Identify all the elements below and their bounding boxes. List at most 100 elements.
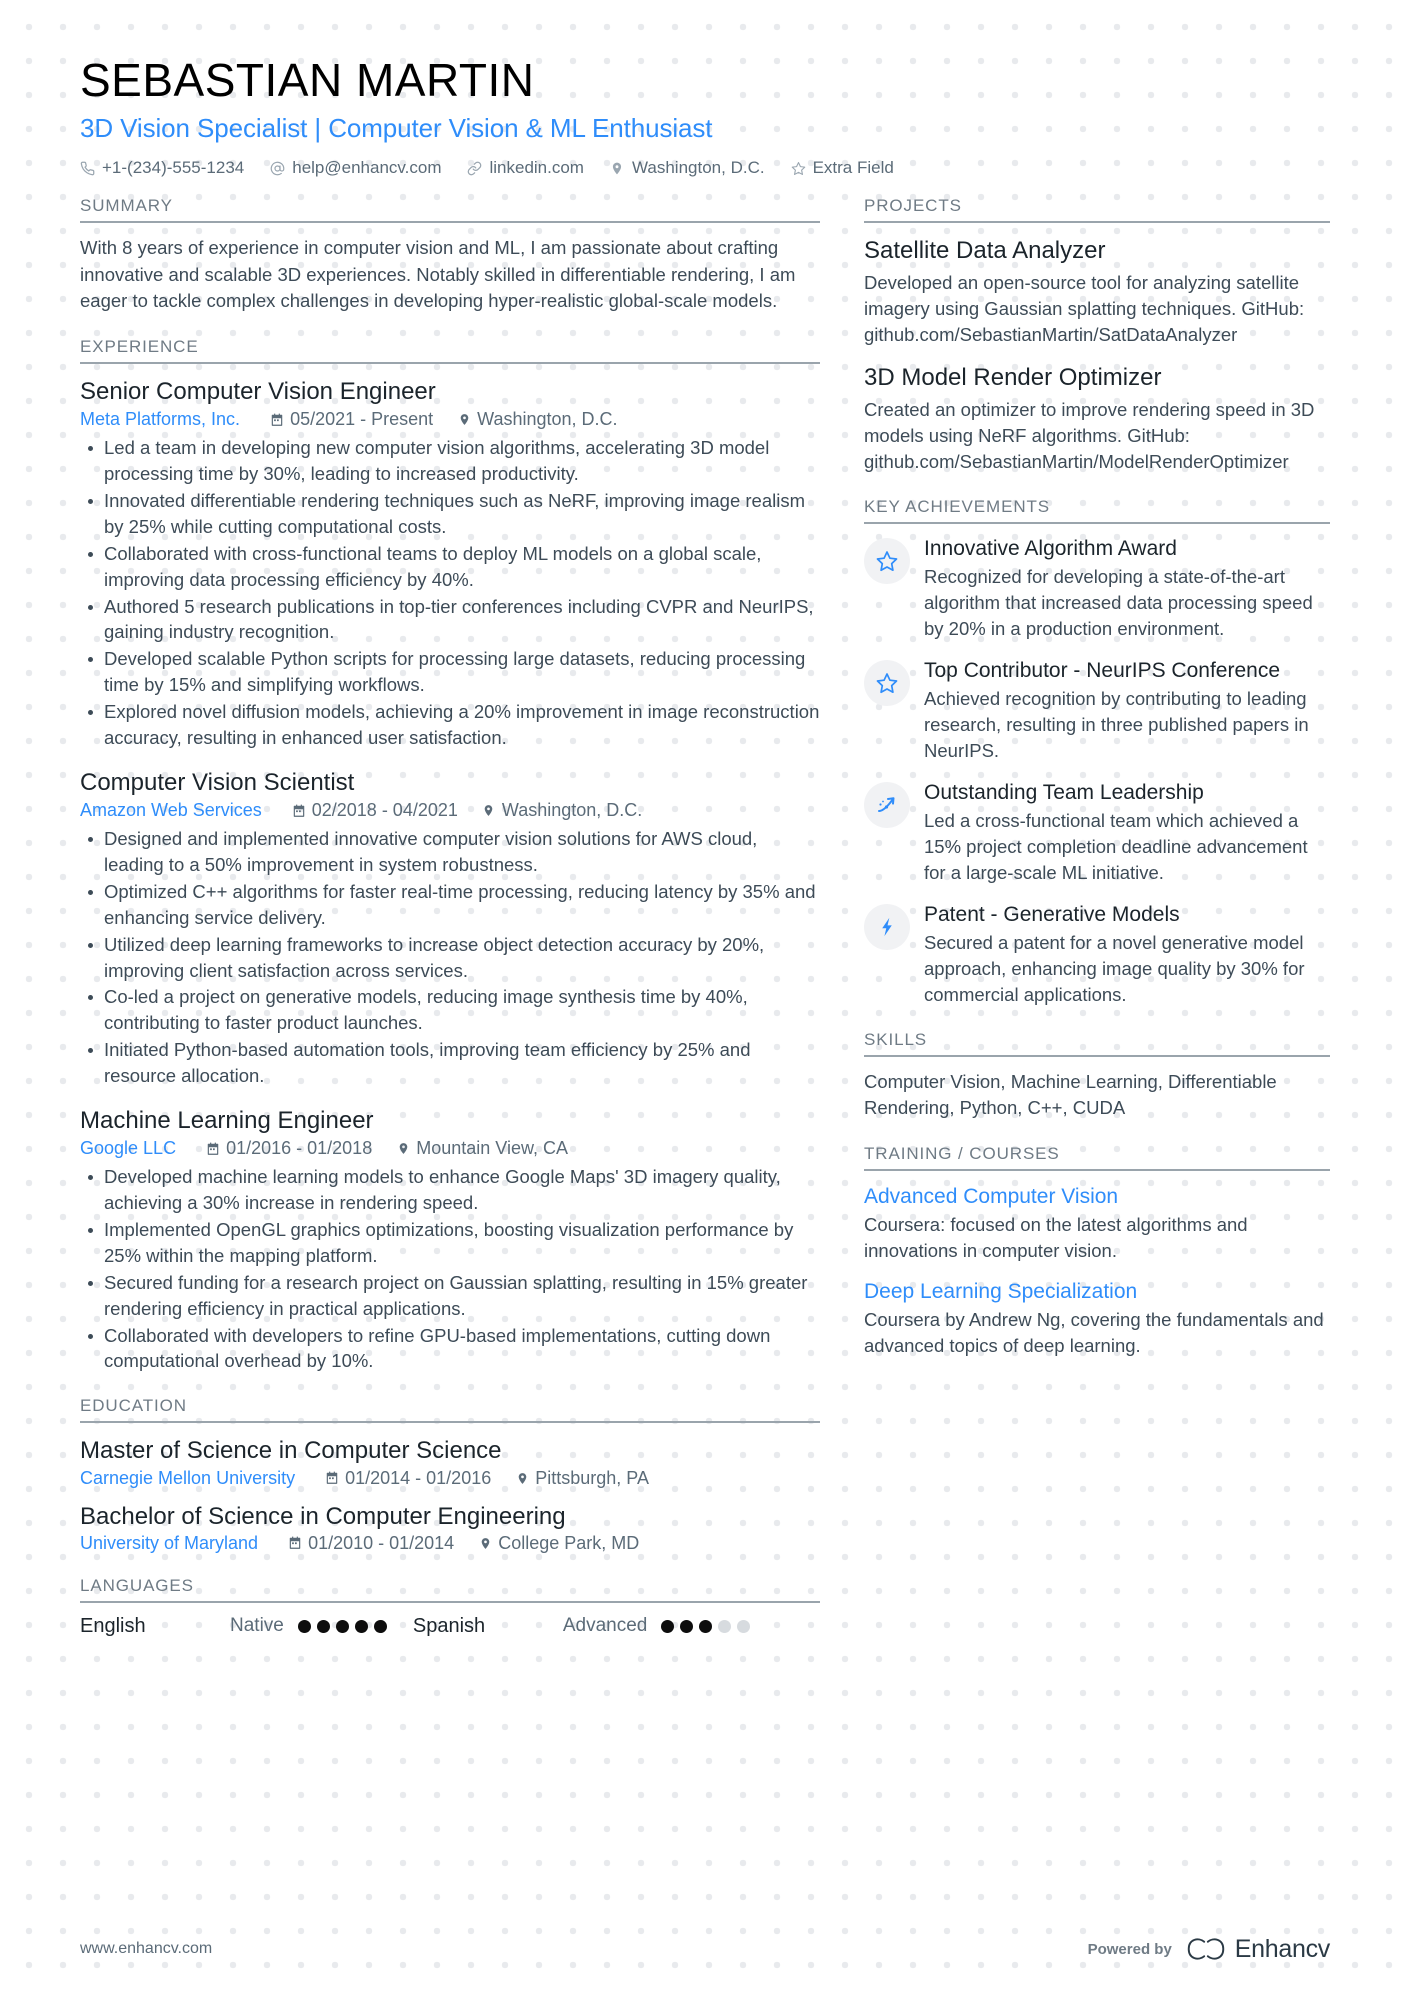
section-title-languages: LANGUAGES: [80, 1576, 820, 1603]
rating-dot: [316, 1619, 330, 1633]
experience-role: Computer Vision Scientist: [80, 768, 355, 796]
footer-branding: Powered by Enhancv: [1087, 1935, 1331, 1964]
resume-columns: SUMMARY With 8 years of experience in co…: [0, 196, 1410, 1638]
rating-dot-empty: [718, 1619, 732, 1633]
project-name: Satellite Data Analyzer: [864, 237, 1106, 265]
course-name[interactable]: Deep Learning Specialization: [864, 1278, 1330, 1305]
experience-meta: Google LLC 01/2016 - 01/2018 Mountain Vi…: [80, 1138, 820, 1159]
rating-dot: [354, 1619, 368, 1633]
education-location-text: Pittsburgh, PA: [535, 1467, 649, 1488]
education-location: Pittsburgh, PA: [515, 1468, 649, 1489]
contact-extra-field[interactable]: Extra Field: [791, 158, 894, 178]
experience-bullets: Developed machine learning models to enh…: [80, 1164, 820, 1374]
language-item-spanish: Spanish Advanced: [413, 1615, 751, 1638]
experience-entry: Computer Vision Scientist Amazon Web Ser…: [80, 767, 820, 1089]
section-title-projects: PROJECTS: [864, 196, 1330, 224]
location-icon: [396, 1141, 410, 1156]
achievement-description: Secured a patent for a novel generative …: [924, 931, 1305, 1005]
resume-footer: www.enhancv.com Powered by Enhancv: [0, 1903, 1410, 1995]
education-school[interactable]: Carnegie Mellon University: [80, 1468, 295, 1489]
contact-linkedin[interactable]: linkedin.com: [467, 158, 584, 178]
experience-bullets: Designed and implemented innovative comp…: [80, 826, 820, 1089]
section-title-training-courses: TRAINING / COURSES: [864, 1144, 1330, 1171]
experience-meta: Amazon Web Services 02/2018 - 04/2021 Wa…: [80, 800, 820, 821]
education-meta: University of Maryland 01/2010 - 01/2014: [80, 1533, 820, 1554]
experience-bullet: Developed scalable Python scripts for pr…: [80, 646, 820, 698]
right-column: PROJECTS Satellite Data Analyzer Develop…: [864, 196, 1330, 1359]
language-level: Advanced: [562, 1615, 648, 1637]
experience-bullet: Implemented OpenGL graphics optimization…: [80, 1217, 820, 1269]
location-icon: [457, 412, 471, 427]
section-skills: SKILLS Computer Vision, Machine Learning…: [864, 1030, 1330, 1122]
contact-email[interactable]: help@enhancv.com: [270, 158, 441, 178]
calendar-icon: [292, 803, 306, 818]
rating-dot: [335, 1619, 349, 1633]
section-title-education: EDUCATION: [80, 1396, 820, 1424]
contact-phone[interactable]: +1-(234)-555-1234: [80, 158, 244, 178]
star-icon: [864, 537, 910, 584]
section-title-summary: SUMMARY: [80, 196, 820, 224]
left-column: SUMMARY With 8 years of experience in co…: [80, 196, 820, 1638]
experience-company[interactable]: Amazon Web Services: [80, 800, 262, 821]
powered-by-label: Powered by: [1087, 1940, 1172, 1958]
education-school[interactable]: University of Maryland: [80, 1533, 258, 1554]
experience-bullet: Innovated differentiable rendering techn…: [80, 488, 820, 540]
experience-dates-text: 01/2016 - 01/2018: [226, 1138, 373, 1159]
email-icon: [270, 161, 285, 176]
section-title-skills: SKILLS: [864, 1030, 1330, 1057]
star-icon: [791, 161, 806, 176]
location-icon: [482, 803, 496, 818]
enhancv-logo: Enhancv: [1186, 1935, 1330, 1964]
star-icon: [864, 659, 910, 706]
location-icon: [478, 1536, 492, 1551]
contact-location[interactable]: Washington, D.C.: [610, 158, 765, 178]
experience-bullet: Explored novel diffusion models, achievi…: [80, 699, 820, 751]
achievement-item: Patent - Generative Models Secured a pat…: [864, 902, 1330, 1008]
experience-dates-text: 05/2021 - Present: [290, 409, 434, 430]
achievement-item: Innovative Algorithm Award Recognized fo…: [864, 536, 1330, 642]
course-name[interactable]: Advanced Computer Vision: [864, 1183, 1330, 1210]
rating-dot-empty: [737, 1619, 751, 1633]
achievement-body: Top Contributor - NeurIPS Conference Ach…: [924, 658, 1330, 764]
language-name: Spanish: [412, 1614, 486, 1637]
section-summary: SUMMARY With 8 years of experience in co…: [80, 196, 820, 315]
experience-bullet: Secured funding for a research project o…: [80, 1270, 820, 1322]
achievement-title: Outstanding Team Leadership: [924, 780, 1204, 804]
experience-dates: 01/2016 - 01/2018: [206, 1138, 372, 1159]
experience-dates: 05/2021 - Present: [270, 409, 433, 430]
footer-url[interactable]: www.enhancv.com: [80, 1940, 212, 1958]
education-dates: 01/2010 - 01/2014: [288, 1533, 454, 1554]
experience-company[interactable]: Meta Platforms, Inc.: [80, 409, 240, 430]
calendar-icon: [325, 1471, 339, 1486]
experience-entry: Machine Learning Engineer Google LLC 01/…: [80, 1105, 820, 1374]
contact-email-text: help@enhancv.com: [292, 158, 442, 178]
experience-dates: 02/2018 - 04/2021: [292, 800, 458, 821]
experience-bullet: Collaborated with cross-functional teams…: [80, 541, 820, 593]
rating-dot: [661, 1619, 675, 1633]
course-description: Coursera: focused on the latest algorith…: [864, 1214, 1248, 1262]
skills-text: Computer Vision, Machine Learning, Diffe…: [864, 1070, 1277, 1119]
experience-location-text: Mountain View, CA: [416, 1138, 568, 1159]
section-languages: LANGUAGES English Native Spanish Advance…: [80, 1576, 820, 1638]
course-description: Coursera by Andrew Ng, covering the fund…: [864, 1309, 1324, 1357]
education-location: College Park, MD: [478, 1533, 639, 1554]
experience-location-text: Washington, D.C.: [501, 800, 643, 821]
experience-bullet: Designed and implemented innovative comp…: [80, 826, 820, 878]
achievement-item: Outstanding Team Leadership Led a cross-…: [864, 780, 1330, 886]
language-rating-dots: [297, 1619, 387, 1633]
phone-icon: [80, 161, 95, 176]
calendar-icon: [206, 1141, 220, 1156]
achievement-body: Patent - Generative Models Secured a pat…: [924, 902, 1330, 1008]
calendar-icon: [288, 1536, 302, 1551]
rating-dot: [297, 1619, 311, 1633]
section-experience: EXPERIENCE Senior Computer Vision Engine…: [80, 337, 820, 1374]
achievement-body: Outstanding Team Leadership Led a cross-…: [924, 780, 1330, 886]
experience-company[interactable]: Google LLC: [80, 1138, 176, 1159]
section-title-key-achievements: KEY ACHIEVEMENTS: [864, 497, 1330, 524]
education-dates-text: 01/2014 - 01/2016: [345, 1467, 492, 1488]
trending-up-icon: [864, 781, 910, 828]
experience-bullet: Developed machine learning models to enh…: [80, 1164, 820, 1216]
experience-dates-text: 02/2018 - 04/2021: [311, 800, 458, 821]
experience-location: Washington, D.C.: [457, 409, 618, 430]
summary-text: With 8 years of experience in computer v…: [80, 237, 796, 312]
